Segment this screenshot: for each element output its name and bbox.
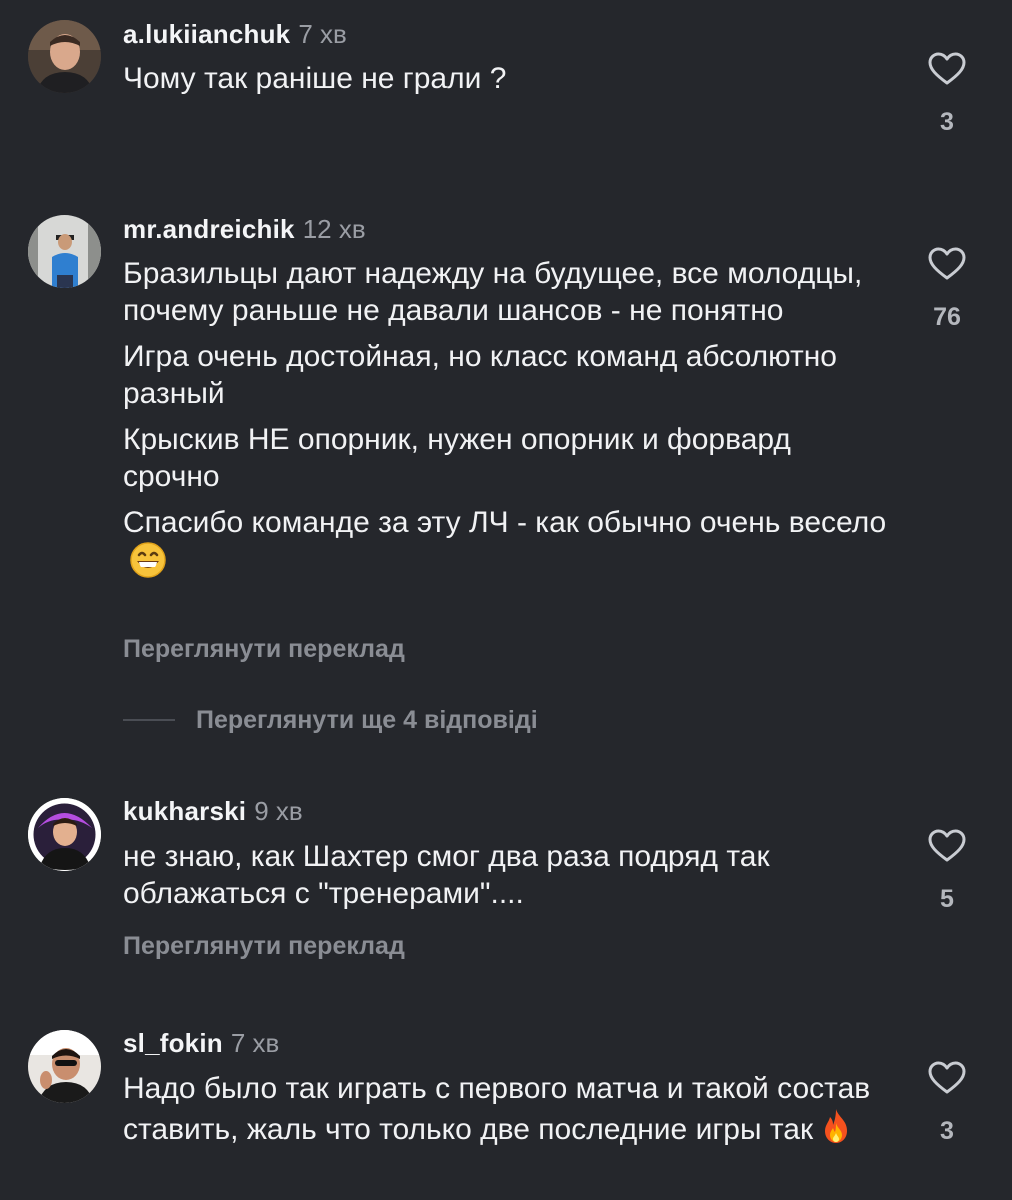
- like-count: 3: [940, 1117, 954, 1145]
- replies-label: Переглянути ще 4 відповіді: [196, 705, 538, 734]
- timestamp: 7 хв: [230, 1028, 280, 1058]
- comment-paragraph: Бразильцы дают надежду на будущее, все м…: [123, 257, 863, 327]
- fire-emoji: [819, 1107, 853, 1154]
- user-avatar-image: [28, 20, 101, 93]
- avatar[interactable]: [28, 798, 101, 871]
- heart-outline-icon[interactable]: [922, 829, 972, 868]
- view-more-replies-button[interactable]: Переглянути ще 4 відповіді: [123, 703, 538, 737]
- user-avatar-image: [28, 215, 101, 288]
- like-count: 5: [940, 885, 954, 913]
- username[interactable]: mr.andreichik: [123, 214, 295, 244]
- avatar[interactable]: [28, 1030, 101, 1103]
- see-translation-link[interactable]: Переглянути переклад: [123, 930, 405, 962]
- like-group: 5: [922, 829, 972, 914]
- comment-paragraph: Чому так раніше не грали ?: [123, 62, 507, 95]
- timestamp: 7 хв: [298, 19, 347, 49]
- username[interactable]: sl_fokin: [123, 1028, 223, 1058]
- see-translation-link[interactable]: Переглянути переклад: [123, 633, 405, 665]
- comment-paragraph-text: Надо было так играть с первого матча и т…: [123, 1072, 871, 1146]
- heart-outline-icon[interactable]: [922, 52, 972, 91]
- comment-a-lukiianchuk: a.lukiianchuk 7 хв Чому так раніше не гра…: [0, 0, 1012, 170]
- comment-text: не знаю, как Шахтер смог два раза подряд…: [123, 838, 903, 912]
- like-group: 76: [922, 247, 972, 332]
- username[interactable]: a.lukiianchuk: [123, 19, 290, 49]
- comment-paragraph: Крыскив НЕ опорник, нужен опорник и форв…: [123, 423, 791, 493]
- comment-paragraph: Спасибо команде за эту ЛЧ - как обычно о…: [123, 504, 893, 588]
- comment-paragraph-text: Спасибо команде за эту ЛЧ - как обычно о…: [123, 506, 887, 539]
- avatar[interactable]: [28, 20, 101, 93]
- comment-text: Надо было так играть с первого матча и т…: [123, 1070, 893, 1154]
- username[interactable]: kukharski: [123, 796, 246, 826]
- comment-paragraph: не знаю, как Шахтер смог два раза подряд…: [123, 840, 770, 910]
- heart-outline-icon[interactable]: [922, 247, 972, 286]
- comment-text: Бразильцы дают надежду на будущее, все м…: [123, 255, 893, 588]
- heart-outline-icon[interactable]: [922, 1061, 972, 1100]
- user-avatar-image: [28, 1030, 101, 1103]
- user-avatar-image: [28, 798, 101, 871]
- timestamp: 12 хв: [302, 214, 366, 244]
- grinning-face-emoji: [129, 541, 167, 588]
- timestamp: 9 хв: [254, 796, 303, 826]
- comment-paragraph: Игра очень достойная, но класс команд аб…: [123, 340, 837, 410]
- like-count: 3: [940, 108, 954, 136]
- comment-paragraph: Надо было так играть с первого матча и т…: [123, 1070, 893, 1154]
- replies-divider: [123, 719, 175, 721]
- like-group: 3: [922, 52, 972, 137]
- avatar[interactable]: [28, 215, 101, 288]
- like-group: 3: [922, 1061, 972, 1146]
- like-count: 76: [933, 303, 961, 331]
- comment-text: Чому так раніше не грали ?: [123, 60, 903, 97]
